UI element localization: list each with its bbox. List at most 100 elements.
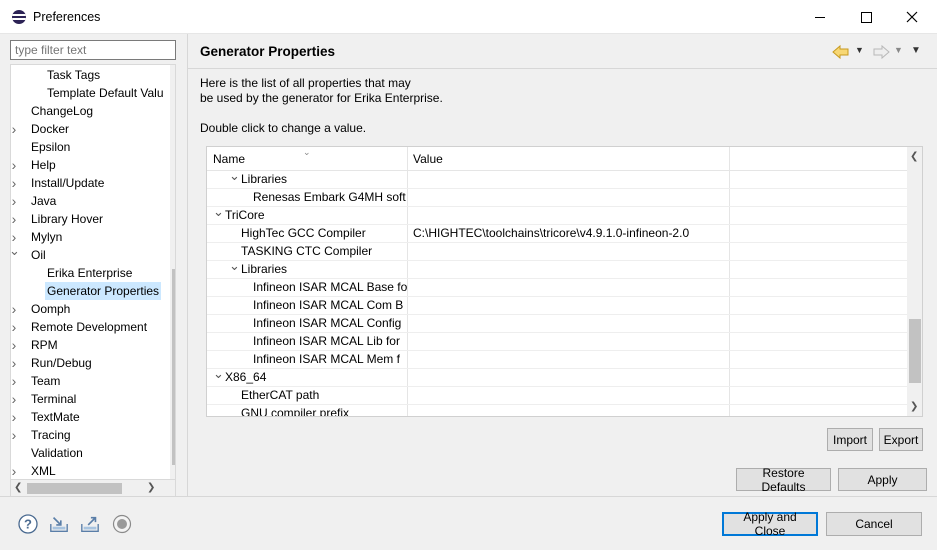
maximize-button[interactable]: [843, 0, 889, 34]
column-header-name[interactable]: Name ⌄: [207, 147, 407, 171]
table-row[interactable]: HighTec GCC Compiler C:\HIGHTEC\toolchain…: [207, 225, 907, 243]
property-value-cell[interactable]: C:\HIGHTEC\toolchains\tricore\v4.9.1.0-i…: [413, 225, 729, 243]
scroll-down-icon[interactable]: ❯: [910, 401, 918, 412]
chevron-right-icon[interactable]: ›: [11, 120, 19, 138]
table-row[interactable]: Infineon ISAR MCAL Mem f: [207, 351, 907, 369]
tree-item[interactable]: Validation: [11, 444, 170, 462]
view-menu-icon[interactable]: ▼: [911, 45, 921, 56]
chevron-right-icon[interactable]: ›: [11, 318, 19, 336]
table-row[interactable]: ⌄ Libraries: [207, 261, 907, 279]
filter-input[interactable]: [10, 40, 176, 60]
tree-hscroll-thumb[interactable]: [27, 483, 122, 494]
table-row[interactable]: Renesas Embark G4MH soft: [207, 189, 907, 207]
tree-item[interactable]: › TextMate: [11, 408, 170, 426]
tree-item[interactable]: › Team: [11, 372, 170, 390]
scroll-left-icon[interactable]: ❮: [14, 482, 22, 493]
chevron-right-icon[interactable]: ›: [11, 156, 19, 174]
tree-item[interactable]: › Install/Update: [11, 174, 170, 192]
tree-horizontal-scrollbar[interactable]: ❮ ❯: [10, 480, 176, 497]
tree-item[interactable]: › Library Hover: [11, 210, 170, 228]
help-icon[interactable]: ?: [18, 514, 38, 534]
pane-divider[interactable]: [187, 34, 188, 496]
column-header-extra[interactable]: [729, 147, 907, 171]
chevron-right-icon[interactable]: ›: [11, 354, 19, 372]
tree-item[interactable]: › Terminal: [11, 390, 170, 408]
scroll-up-icon[interactable]: ❮: [910, 151, 918, 162]
table-row[interactable]: ⌄ X86_64: [207, 369, 907, 387]
property-value-cell[interactable]: [413, 207, 729, 225]
tree-vertical-scrollbar[interactable]: ▲ ▼: [170, 65, 175, 479]
table-scroll-thumb[interactable]: [909, 319, 921, 383]
apply-and-close-button[interactable]: Apply and Close: [722, 510, 818, 538]
record-icon[interactable]: [112, 514, 132, 534]
table-row[interactable]: ⌄ TriCore: [207, 207, 907, 225]
chevron-right-icon[interactable]: ›: [11, 408, 19, 426]
tree-item[interactable]: ChangeLog: [11, 102, 170, 120]
chevron-down-icon[interactable]: ⌄: [213, 207, 224, 220]
forward-dropdown-icon[interactable]: ▼: [894, 45, 903, 55]
chevron-down-icon[interactable]: ⌄: [229, 261, 240, 274]
tree-scroll-thumb[interactable]: [172, 269, 175, 465]
restore-defaults-button[interactable]: Restore Defaults: [736, 466, 831, 494]
scroll-up-icon[interactable]: ▲: [173, 67, 175, 78]
property-value-cell[interactable]: [413, 315, 729, 333]
tree-item[interactable]: › Mylyn: [11, 228, 170, 246]
property-value-cell[interactable]: [413, 387, 729, 405]
export-button[interactable]: Export: [879, 428, 923, 451]
chevron-down-icon[interactable]: ⌄: [213, 369, 224, 382]
property-value-cell[interactable]: [413, 369, 729, 387]
scroll-right-icon[interactable]: ❯: [147, 482, 155, 493]
tree-item[interactable]: Task Tags: [11, 66, 170, 84]
tree-item[interactable]: › Help: [11, 156, 170, 174]
scroll-down-icon[interactable]: ▼: [173, 465, 175, 476]
forward-arrow-icon[interactable]: [872, 44, 890, 60]
tree-item[interactable]: › Docker: [11, 120, 170, 138]
tree-item[interactable]: › RPM: [11, 336, 170, 354]
property-value-cell[interactable]: [413, 261, 729, 279]
chevron-right-icon[interactable]: ›: [11, 336, 19, 354]
tree-item[interactable]: › Java: [11, 192, 170, 210]
chevron-right-icon[interactable]: ›: [11, 174, 19, 192]
import-button[interactable]: Import: [827, 428, 873, 451]
property-value-cell[interactable]: [413, 171, 729, 189]
tree-item[interactable]: Template Default Valu: [11, 84, 170, 102]
tree-item[interactable]: Generator Properties: [11, 282, 170, 300]
chevron-right-icon[interactable]: ›: [11, 390, 19, 408]
property-value-cell[interactable]: [413, 405, 729, 416]
table-row[interactable]: GNU compiler prefix: [207, 405, 907, 416]
table-row[interactable]: Infineon ISAR MCAL Lib for: [207, 333, 907, 351]
table-row[interactable]: Infineon ISAR MCAL Com B: [207, 297, 907, 315]
chevron-down-icon[interactable]: ⌄: [229, 171, 240, 184]
back-dropdown-icon[interactable]: ▼: [855, 45, 864, 55]
tree-item[interactable]: Erika Enterprise: [11, 264, 170, 282]
table-row[interactable]: Infineon ISAR MCAL Config: [207, 315, 907, 333]
property-value-cell[interactable]: [413, 351, 729, 369]
chevron-right-icon[interactable]: ›: [11, 192, 19, 210]
column-header-value[interactable]: Value: [407, 147, 729, 171]
table-row[interactable]: EtherCAT path: [207, 387, 907, 405]
chevron-right-icon[interactable]: ›: [11, 426, 19, 444]
property-value-cell[interactable]: [413, 297, 729, 315]
import-preferences-icon[interactable]: [49, 514, 69, 534]
chevron-right-icon[interactable]: ›: [11, 462, 19, 479]
tree-item[interactable]: › Oomph: [11, 300, 170, 318]
table-row[interactable]: ⌄ Libraries: [207, 171, 907, 189]
chevron-right-icon[interactable]: ›: [11, 210, 19, 228]
cancel-button[interactable]: Cancel: [826, 512, 922, 536]
chevron-right-icon[interactable]: ›: [11, 300, 19, 318]
tree-item[interactable]: › Remote Development: [11, 318, 170, 336]
tree-item[interactable]: › Tracing: [11, 426, 170, 444]
chevron-right-icon[interactable]: ›: [11, 372, 19, 390]
chevron-down-icon[interactable]: ⌄: [11, 242, 20, 260]
tree-item[interactable]: › Run/Debug: [11, 354, 170, 372]
property-value-cell[interactable]: [413, 333, 729, 351]
tree-item[interactable]: ⌄ Oil: [11, 243, 170, 264]
table-vertical-scrollbar[interactable]: ❮ ❯: [907, 147, 922, 416]
apply-button[interactable]: Apply: [838, 468, 927, 491]
property-value-cell[interactable]: [413, 243, 729, 261]
property-value-cell[interactable]: [413, 279, 729, 297]
tree-item[interactable]: Epsilon: [11, 138, 170, 156]
property-value-cell[interactable]: [413, 189, 729, 207]
export-preferences-icon[interactable]: [80, 514, 100, 534]
table-row[interactable]: Infineon ISAR MCAL Base fo: [207, 279, 907, 297]
